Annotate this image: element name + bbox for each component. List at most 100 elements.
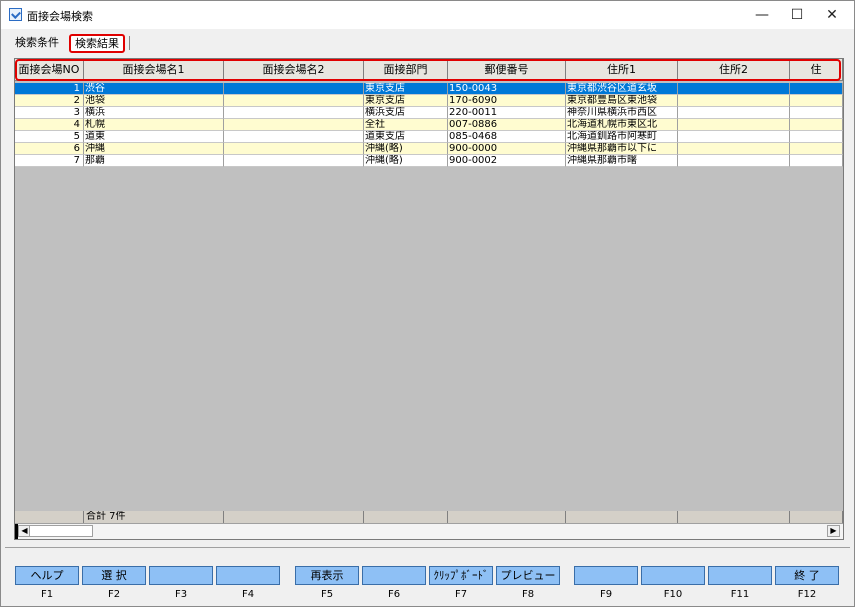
column-header[interactable]: 面接部門 (364, 59, 448, 81)
table-cell (224, 131, 364, 143)
function-key-label: F1 (40, 589, 54, 600)
function-key-label: F3 (174, 589, 188, 600)
column-header[interactable]: 面接会場名1 (84, 59, 224, 81)
table-cell: 4 (15, 119, 84, 131)
column-header[interactable]: 住 (790, 59, 843, 81)
table-cell: 220-0011 (448, 107, 566, 119)
table-cell (224, 107, 364, 119)
table-cell (790, 95, 843, 107)
function-key-label: F5 (320, 589, 334, 600)
main-window: 面接会場検索 — ☐ ✕ 検索条件 検索結果 面接会場NO 面接会場名1 面接会場名… (0, 0, 855, 607)
table-cell: 007-0886 (448, 119, 566, 131)
table-row[interactable]: 5 道東 道東支店 085-0468 北海道釧路市阿寒町 (15, 131, 843, 143)
table-cell: 沖縄(略) (364, 143, 448, 155)
function-key-f3-button[interactable] (149, 566, 213, 585)
table-cell: 3 (15, 107, 84, 119)
table-row[interactable]: 1 渋谷 東京支店 150-0043 東京都渋谷区道玄坂 (15, 83, 843, 95)
footer-cell (678, 511, 790, 523)
table-cell: 東京都渋谷区道玄坂 (566, 83, 678, 95)
table-cell: 神奈川県横浜市西区 (566, 107, 678, 119)
table-cell (224, 143, 364, 155)
table-cell (678, 119, 790, 131)
tab-edge (129, 36, 130, 50)
column-header[interactable]: 住所2 (678, 59, 790, 81)
table-cell (678, 155, 790, 167)
total-count-label: 合計 7件 (84, 511, 224, 523)
table-row[interactable]: 3 横浜 横浜支店 220-0011 神奈川県横浜市西区 (15, 107, 843, 119)
table-cell: 那覇 (84, 155, 224, 167)
function-key-f10-button[interactable] (641, 566, 705, 585)
table-cell: 全社 (364, 119, 448, 131)
table-cell: 道東 (84, 131, 224, 143)
table-cell (790, 83, 843, 95)
function-key-f9-button[interactable] (574, 566, 638, 585)
function-key-f7-button[interactable]: ｸﾘｯﾌﾟﾎﾞｰﾄﾞ (429, 566, 493, 585)
footer-cell (566, 511, 678, 523)
table-cell: 東京支店 (364, 95, 448, 107)
table-row[interactable]: 7 那覇 沖縄(略) 900-0002 沖縄県那覇市曙 (15, 155, 843, 167)
table-cell (224, 155, 364, 167)
function-key-f2-button[interactable]: 選 択 (82, 566, 146, 585)
table-cell: 2 (15, 95, 84, 107)
footer-cell (448, 511, 566, 523)
function-key-f6-button[interactable] (362, 566, 426, 585)
table-cell (678, 143, 790, 155)
function-key-label: F6 (387, 589, 401, 600)
close-button[interactable]: ✕ (809, 1, 854, 29)
horizontal-scrollbar[interactable]: ◀ ▶ (15, 523, 843, 539)
function-key-label: F4 (241, 589, 255, 600)
table-cell (678, 131, 790, 143)
table-cell: 1 (15, 83, 84, 95)
column-header[interactable]: 面接会場名2 (224, 59, 364, 81)
window-title: 面接会場検索 (27, 10, 93, 23)
column-header[interactable]: 郵便番号 (448, 59, 566, 81)
table-cell: 北海道釧路市阿寒町 (566, 131, 678, 143)
tab-search-conditions[interactable]: 検索条件 (11, 35, 63, 51)
footer-cell (15, 511, 84, 523)
table-cell (790, 119, 843, 131)
tab-search-results[interactable]: 検索結果 (69, 34, 125, 53)
table-cell (790, 131, 843, 143)
function-key-label: F11 (730, 589, 750, 600)
function-key-f5-button[interactable]: 再表示 (295, 566, 359, 585)
function-key-f8-button[interactable]: プレビュー (496, 566, 560, 585)
function-key-label: F12 (797, 589, 817, 600)
title-bar[interactable]: 面接会場検索 — ☐ ✕ (1, 1, 854, 29)
table-cell: 横浜 (84, 107, 224, 119)
function-key-label: F8 (521, 589, 535, 600)
table-row[interactable]: 4 札幌 全社 007-0886 北海道札幌市東区北 (15, 119, 843, 131)
table-cell: 沖縄県那覇市以下に (566, 143, 678, 155)
column-header[interactable]: 面接会場NO (15, 59, 84, 81)
table-cell: 横浜支店 (364, 107, 448, 119)
function-key-f1-button[interactable]: ヘルプ (15, 566, 79, 585)
table-cell: 北海道札幌市東区北 (566, 119, 678, 131)
table-cell (790, 143, 843, 155)
results-grid[interactable]: 面接会場NO 面接会場名1 面接会場名2 面接部門 郵便番号 住所1 住所2 住 1 渋谷 東京支… (14, 58, 844, 540)
table-row[interactable]: 6 沖縄 沖縄(略) 900-0000 沖縄県那覇市以下に (15, 143, 843, 155)
function-key-f11-button[interactable] (708, 566, 772, 585)
table-cell: 900-0000 (448, 143, 566, 155)
function-key-label: F7 (454, 589, 468, 600)
grid-header: 面接会場NO 面接会場名1 面接会場名2 面接部門 郵便番号 住所1 住所2 住 (15, 59, 843, 81)
table-cell (224, 119, 364, 131)
table-cell: 沖縄(略) (364, 155, 448, 167)
table-cell: 札幌 (84, 119, 224, 131)
footer-cell (790, 511, 843, 523)
table-cell (678, 95, 790, 107)
table-cell (678, 107, 790, 119)
footer-cell (224, 511, 364, 523)
table-cell: 7 (15, 155, 84, 167)
grid-footer: 合計 7件 (15, 511, 843, 523)
table-cell (790, 107, 843, 119)
table-cell: 東京支店 (364, 83, 448, 95)
scroll-thumb[interactable] (29, 525, 93, 537)
function-key-f12-button[interactable]: 終 了 (775, 566, 839, 585)
table-cell (678, 83, 790, 95)
column-header[interactable]: 住所1 (566, 59, 678, 81)
scroll-right-arrow-icon[interactable]: ▶ (827, 525, 840, 537)
function-key-label: F9 (599, 589, 613, 600)
table-cell: 池袋 (84, 95, 224, 107)
function-key-f4-button[interactable] (216, 566, 280, 585)
function-key-label: F10 (663, 589, 683, 600)
table-row[interactable]: 2 池袋 東京支店 170-6090 東京都豊島区東池袋 (15, 95, 843, 107)
